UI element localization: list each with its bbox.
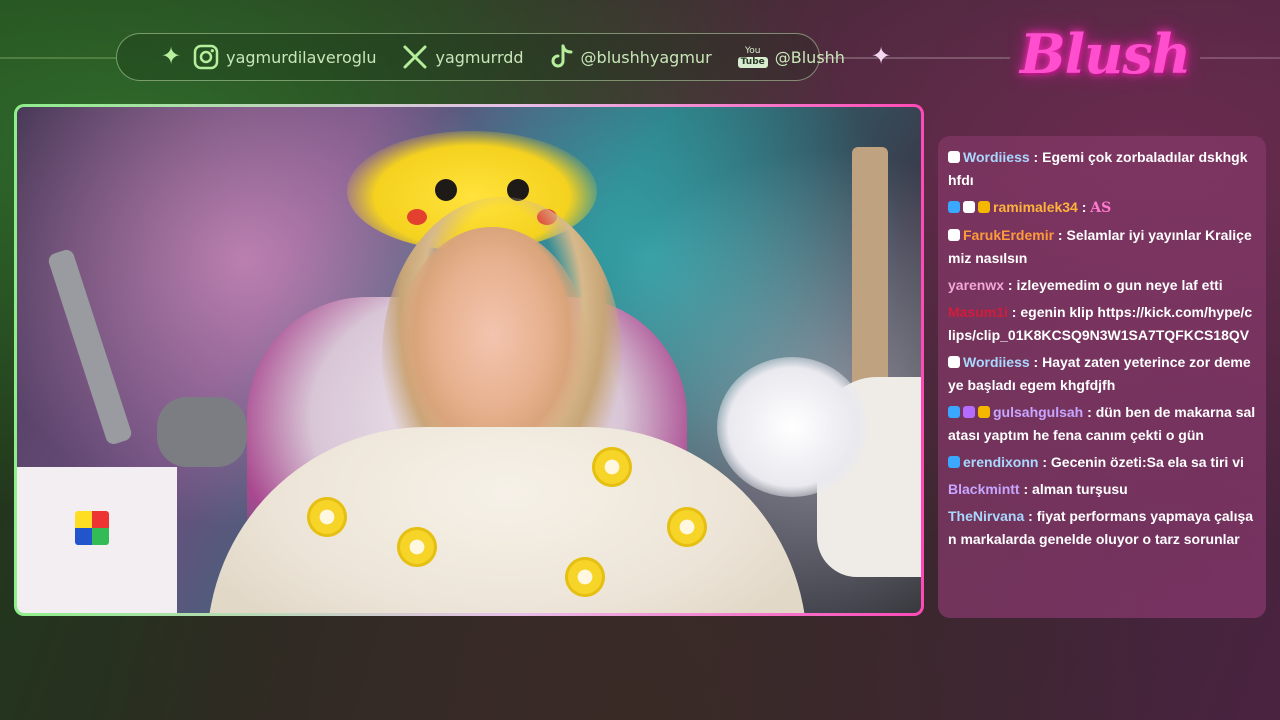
sweater-flower [667,507,707,547]
chat-username[interactable]: TheNirvana [948,508,1024,524]
microphone [157,397,247,467]
rubiks-cube [75,511,109,545]
chat-message: TheNirvana : fiyat performans yapmaya ça… [948,505,1256,551]
unicorn-plush [717,357,867,497]
chat-badge-icon [948,229,960,241]
channel-logo: Blush [1020,22,1191,86]
top-right-divider-line [820,57,1010,59]
chat-badge-icon [948,151,960,163]
top-left-divider-line [0,57,116,59]
instagram-icon [193,44,219,70]
social-tiktok[interactable]: @blushhyagmur [550,44,712,70]
tiktok-handle: @blushhyagmur [580,47,712,67]
chat-username[interactable]: gulsahgulsah [993,404,1083,420]
chat-username[interactable]: ramimalek34 [993,199,1078,215]
chat-message-text: Gecenin özeti:Sa ela sa tiri vi [1050,454,1244,470]
logo-right-line [1200,57,1280,59]
chat-separator: : [1083,404,1096,420]
chat-separator: : [1038,454,1051,470]
social-youtube[interactable]: You Tube @Blushh [737,45,845,68]
sparkle-icon: ✦ [870,43,892,70]
chat-message: Masum1i : egenin klip https://kick.com/h… [948,301,1256,347]
social-x[interactable]: yagmurrdd [402,44,524,70]
sweater-flower [397,527,437,567]
sweater-flower [565,557,605,597]
youtube-handle: @Blushh [774,47,845,67]
chat-username[interactable]: Wordiiess [963,149,1030,165]
chat-separator: : [1019,481,1033,497]
chat-username[interactable]: Blackmintt [948,481,1020,497]
chat-badge-icon [963,201,975,213]
chat-username[interactable]: erendixonn [963,454,1038,470]
chat-badge-icon [978,201,990,213]
chat-username[interactable]: Wordiiess [963,354,1030,370]
chat-separator: : [1029,149,1043,165]
chat-username[interactable]: FarukErdemir [963,227,1054,243]
chat-panel: Wordiiess : Egemi çok zorbaladılar dskhg… [938,136,1266,618]
chat-separator: : [1004,277,1017,293]
chat-separator: : [1077,199,1091,215]
chat-separator: : [1024,508,1037,524]
x-handle: yagmurrdd [435,47,524,67]
chat-message: Wordiiess : Hayat zaten yeterince zor de… [948,351,1256,397]
chat-separator: : [1029,354,1043,370]
plush-eye [435,179,457,201]
chat-badge-icon [963,406,975,418]
chat-message: ramimalek34 : AS [948,196,1256,220]
social-instagram[interactable]: yagmurdilaveroglu [193,44,376,70]
sparkle-icon: ✦ [161,43,182,70]
chat-message: erendixonn : Gecenin özeti:Sa ela sa tir… [948,451,1256,474]
chat-emote: AS [1090,200,1112,216]
chat-badge-icon [948,201,960,213]
x-icon [402,44,428,70]
chat-message: Wordiiess : Egemi çok zorbaladılar dskhg… [948,146,1256,192]
social-links-bar: ✦ yagmurdilaveroglu yagmurrdd @blushhyag… [116,33,891,81]
youtube-badge-bottom: Tube [737,56,768,68]
chat-message-text: izleyemedim o gun neye laf etti [1016,277,1223,293]
chat-badge-icon [948,356,960,368]
youtube-badge-top: You [744,45,761,56]
chat-badge-icon [948,406,960,418]
chat-message: Blackmintt : alman turşusu [948,478,1256,501]
chat-message: yarenwx : izleyemedim o gun neye laf ett… [948,274,1256,297]
chat-message-text: alman turşusu [1032,481,1128,497]
chat-separator: : [1054,227,1067,243]
plush-cheek [407,209,427,225]
chat-username[interactable]: Masum1i [948,304,1008,320]
chat-separator: : [1007,304,1021,320]
youtube-icon: You Tube [737,45,768,68]
chat-badge-icon [978,406,990,418]
sweater-flower [592,447,632,487]
tiktok-icon [550,44,574,70]
chat-message: FarukErdemir : Selamlar iyi yayınlar Kra… [948,224,1256,270]
sweater-flower [307,497,347,537]
chat-badge-icon [948,456,960,468]
chat-username[interactable]: yarenwx [948,277,1004,293]
webcam-video-frame [14,104,924,616]
chat-message: gulsahgulsah : dün ben de makarna salata… [948,401,1256,447]
instagram-handle: yagmurdilaveroglu [226,47,377,67]
